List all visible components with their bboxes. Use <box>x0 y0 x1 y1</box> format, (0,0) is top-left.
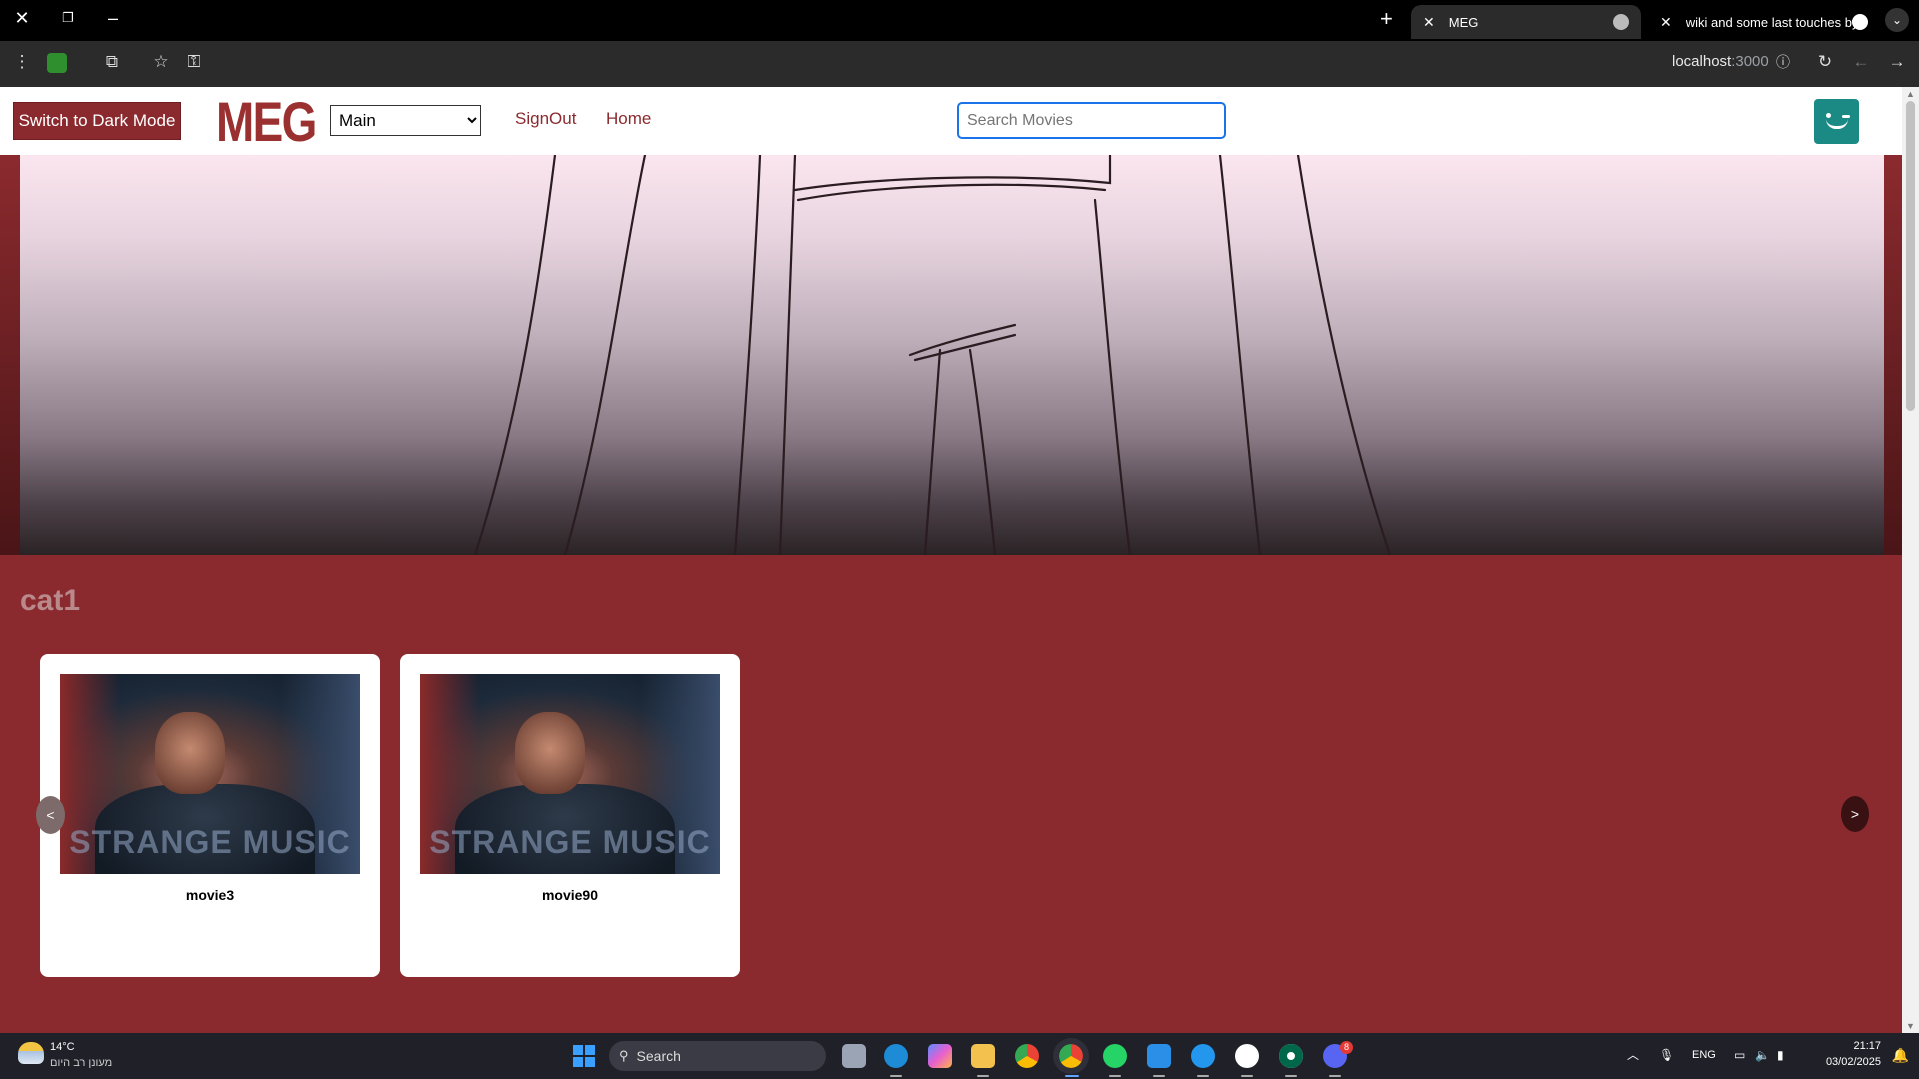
forward-icon[interactable]: → <box>1885 52 1909 72</box>
search-icon: ⚲ <box>619 1048 629 1063</box>
weather-description: מעונן רב היום <box>50 1057 113 1069</box>
taskbar-search[interactable]: ⚲ Search <box>609 1041 826 1071</box>
volume-icon[interactable]: 🔈 <box>1755 1048 1770 1062</box>
search-movies-input[interactable] <box>957 102 1226 139</box>
restore-window-icon[interactable]: ❐ <box>56 10 80 26</box>
movie-card[interactable]: STRANGE MUSIC movie90 <box>400 654 740 977</box>
clock-time[interactable]: 21:17 <box>1853 1040 1881 1052</box>
scroll-up-icon[interactable]: ▲ <box>1906 89 1915 99</box>
tab-close-icon[interactable]: ✕ <box>1660 14 1672 31</box>
carousel-prev-button[interactable]: < <box>36 796 65 834</box>
back-icon[interactable]: ← <box>1849 52 1873 72</box>
app-running-indicator <box>890 1075 902 1077</box>
clock-date[interactable]: 03/02/2025 <box>1826 1056 1881 1068</box>
minimize-window-icon[interactable]: – <box>101 8 125 29</box>
dark-mode-toggle-button[interactable]: Switch to Dark Mode <box>13 102 181 140</box>
site-logo[interactable]: MEG <box>216 93 317 151</box>
movie-poster: STRANGE MUSIC <box>420 674 720 874</box>
notification-icon[interactable]: 🔔 <box>1892 1047 1909 1064</box>
language-indicator[interactable]: ENG <box>1692 1049 1716 1061</box>
poster-text: STRANGE MUSIC <box>69 824 351 860</box>
hero-edge-left <box>0 155 20 555</box>
scroll-down-icon[interactable]: ▼ <box>1906 1021 1915 1031</box>
poster-figure-head <box>155 712 225 794</box>
hero-sketch <box>473 155 1392 555</box>
home-link[interactable]: Home <box>606 109 651 129</box>
chrome-active-icon[interactable] <box>1053 1038 1089 1074</box>
app-store-icon[interactable] <box>1235 1044 1259 1068</box>
category-title: cat1 <box>20 584 81 617</box>
page-scrollbar[interactable]: ▲ ▼ <box>1902 87 1919 1033</box>
page-viewport: Switch to Dark Mode MEG Main SignOut Hom… <box>0 87 1919 1033</box>
tab-close-icon[interactable]: ✕ <box>1423 14 1435 31</box>
browser-tab-bar: ✕ ❐ – + ✕ MEG ✕ wiki and some last touch… <box>0 0 1919 41</box>
avatar-eye <box>1842 115 1850 118</box>
docker-icon[interactable] <box>1191 1044 1215 1068</box>
hero-edge-right <box>1884 155 1902 555</box>
network-icon[interactable]: ▭ <box>1734 1048 1745 1062</box>
app-running-indicator <box>1197 1075 1209 1077</box>
password-key-icon[interactable]: ⚿ <box>182 52 206 72</box>
tab-title: wiki and some last touches by <box>1685 14 1856 30</box>
avatar-eye <box>1826 113 1831 118</box>
tab-wiki[interactable]: ✕ wiki and some last touches by <box>1648 5 1880 39</box>
signout-link[interactable]: SignOut <box>515 109 576 129</box>
app-running-indicator <box>1329 1075 1341 1077</box>
battery-icon[interactable]: ▮ <box>1777 1048 1784 1062</box>
vscode-icon[interactable] <box>1147 1044 1171 1068</box>
menu-icon[interactable]: ⋮ <box>10 52 34 72</box>
movie-poster: STRANGE MUSIC <box>60 674 360 874</box>
extension-app-icon[interactable] <box>47 53 67 73</box>
weather-temperature: 14°C <box>50 1041 75 1053</box>
app-running-indicator <box>1109 1075 1121 1077</box>
app-active-indicator <box>1065 1075 1079 1077</box>
file-explorer-icon[interactable] <box>971 1044 995 1068</box>
windows-start-icon[interactable] <box>573 1045 595 1067</box>
address-bar[interactable]: localhost:3000 <box>1672 53 1769 70</box>
tab-search-icon[interactable]: ⌄ <box>1885 8 1909 32</box>
extensions-icon[interactable]: ⧉ <box>100 52 124 72</box>
weather-icon[interactable] <box>18 1042 44 1064</box>
screen: ✕ ❐ – + ✕ MEG ✕ wiki and some last touch… <box>0 0 1919 1079</box>
site-info-icon[interactable]: ⓘ <box>1771 52 1795 72</box>
profile-select[interactable]: Main <box>330 105 481 136</box>
app-running-indicator <box>1285 1075 1297 1077</box>
movie-title: movie3 <box>185 887 235 903</box>
copilot-icon[interactable] <box>928 1044 952 1068</box>
url-host: localhost <box>1672 53 1732 70</box>
carousel-next-button[interactable]: > <box>1841 796 1869 832</box>
app-running-indicator <box>1153 1075 1165 1077</box>
mongodb-compass-icon[interactable] <box>1279 1044 1303 1068</box>
poster-text: STRANGE MUSIC <box>429 824 711 860</box>
reload-icon[interactable]: ↻ <box>1813 52 1837 72</box>
whatsapp-icon[interactable] <box>1103 1044 1127 1068</box>
avatar-mouth <box>1826 119 1848 129</box>
task-view-icon[interactable] <box>842 1044 866 1068</box>
tab-meg[interactable]: ✕ MEG <box>1411 5 1641 39</box>
microphone-icon[interactable]: 🎙 <box>1659 1048 1674 1062</box>
movie-title: movie90 <box>541 887 599 903</box>
scrollbar-thumb[interactable] <box>1906 101 1915 411</box>
tab-title: MEG <box>1448 14 1479 30</box>
edge-icon[interactable] <box>884 1044 908 1068</box>
app-running-indicator <box>1241 1075 1253 1077</box>
poster-figure-head <box>515 712 585 794</box>
globe-icon <box>1613 14 1629 30</box>
close-window-icon[interactable]: ✕ <box>10 8 34 29</box>
app-running-indicator <box>977 1075 989 1077</box>
avatar[interactable] <box>1814 99 1859 144</box>
discord-badge: 8 <box>1340 1041 1353 1054</box>
bookmark-star-icon[interactable]: ☆ <box>149 52 173 72</box>
taskbar-search-label: Search <box>636 1048 681 1064</box>
tray-overflow-icon[interactable]: ︿ <box>1627 1046 1639 1063</box>
windows-taskbar: 14°C מעונן רב היום ⚲ Search 8 ︿ 🎙 ENG ▭ <box>0 1033 1919 1079</box>
url-port: :3000 <box>1731 53 1769 70</box>
new-tab-icon[interactable]: + <box>1380 6 1393 32</box>
movie-card[interactable]: STRANGE MUSIC movie3 <box>40 654 380 977</box>
chrome-icon[interactable] <box>1015 1044 1039 1068</box>
hero-banner <box>20 155 1884 555</box>
site-navbar: Switch to Dark Mode MEG Main SignOut Hom… <box>0 87 1902 155</box>
browser-toolbar: ⋮ ⧉ ☆ ⚿ localhost:3000 ⓘ ↻ ← → <box>0 41 1919 87</box>
github-icon <box>1852 14 1868 30</box>
